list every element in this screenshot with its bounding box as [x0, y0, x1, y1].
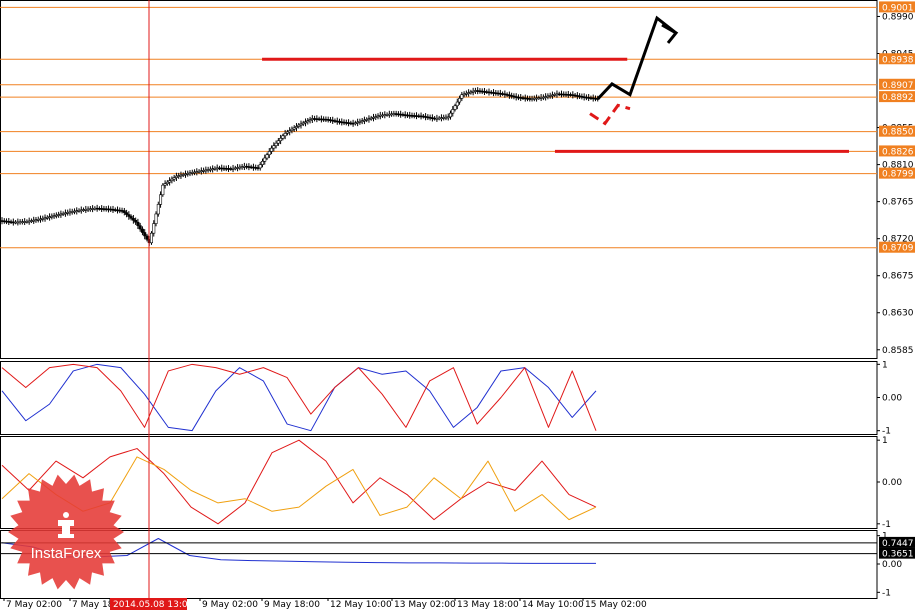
candle-body — [152, 223, 156, 234]
oscillator-3-frame — [0, 530, 878, 599]
x-tick-label: 9 May 18:00 — [264, 600, 320, 610]
level-tag-label: 0.9001 — [882, 3, 914, 13]
level-tag-label: 0.8799 — [882, 170, 914, 180]
candle-body — [283, 133, 287, 137]
x-tick-label: 7 May 02:00 — [6, 600, 62, 610]
level-tag-label: 0.8826 — [882, 147, 914, 157]
candle-body — [154, 213, 158, 224]
candle-body — [458, 98, 462, 103]
x-tick-label: 9 May 02:00 — [202, 600, 258, 610]
y-tick-label: 1 — [882, 436, 888, 446]
instaforex-logo: InstaForex — [8, 474, 124, 590]
forecast-arrowhead — [661, 23, 679, 44]
candle-body — [281, 135, 285, 139]
price-panel: 0.89900.89450.88550.88100.87650.87200.86… — [0, 0, 915, 359]
x-tick-label: 14 May 10:00 — [522, 600, 584, 610]
y-tick-label: 0.00 — [882, 478, 902, 488]
candle-body — [260, 161, 264, 165]
candle-body — [140, 228, 144, 233]
y-tick-label: 0.00 — [882, 560, 902, 570]
x-tick-label: 13 May 02:00 — [394, 600, 456, 610]
candle-body — [258, 164, 262, 169]
level-tag-label: 0.8907 — [882, 81, 914, 91]
candle-body — [274, 142, 278, 146]
y-tick-label: -1 — [882, 520, 891, 530]
candle-body — [451, 109, 455, 114]
y-tick-label: 0.00 — [882, 394, 902, 404]
y-tick-label: 0.8585 — [882, 346, 914, 356]
oscillator-series-line — [1, 363, 597, 431]
candle-body — [138, 225, 142, 230]
y-tick-label: 0.8765 — [882, 198, 914, 208]
candle-body — [145, 235, 149, 240]
candle-body — [265, 154, 269, 159]
x-tick-label: 15 May 02:00 — [585, 600, 647, 610]
candle-body — [448, 112, 452, 118]
value-tag-label: 0.7447 — [882, 539, 914, 549]
oscillator-1-panel: 1 0.00 -1 — [0, 360, 902, 437]
y-tick-label: 0.8630 — [882, 309, 914, 319]
candle-body — [161, 184, 165, 196]
x-tick-label: 13 May 18:00 — [457, 600, 519, 610]
oscillator-1-frame — [0, 361, 878, 435]
brand-name: InstaForex — [31, 545, 102, 562]
level-tag-label: 0.8938 — [882, 55, 914, 65]
candle-body — [136, 221, 140, 226]
y-tick-label: -1 — [882, 588, 891, 598]
candle-body — [143, 232, 147, 237]
level-tag-label: 0.8709 — [882, 244, 914, 254]
price-panel-frame — [0, 0, 878, 359]
candle-body — [267, 151, 271, 156]
y-tick-label: 0.8990 — [882, 12, 914, 22]
candle-body — [156, 204, 160, 215]
level-tag-label: 0.8892 — [882, 93, 914, 103]
oscillator-series-line — [2, 364, 596, 430]
oscillator-series-line — [1, 363, 597, 432]
candle-body — [159, 194, 163, 205]
y-tick-label: 1 — [882, 360, 888, 370]
forecast-alt-path — [589, 103, 631, 126]
time-axis: 7 May 02:00 7 May 18:002014.05.08 13:00 9 … — [3, 598, 647, 610]
candle-body — [276, 140, 280, 144]
forex-chart: 0.89900.89450.88550.88100.87650.87200.86… — [0, 0, 915, 610]
x-tick-label: 12 May 10:00 — [330, 600, 392, 610]
candle-body — [279, 137, 283, 142]
value-tag-label: 0.3651 — [882, 550, 914, 560]
oscillator-3-panel: 10.00-10.74470.3651 — [0, 530, 915, 599]
y-tick-label: 0.8675 — [882, 272, 914, 282]
candle-body — [455, 101, 459, 107]
instaforex-emblem-dot — [63, 512, 69, 518]
y-tick-label: -1 — [882, 427, 891, 437]
candle-body — [270, 147, 274, 152]
oscillator-2-panel: 1 0.00 -1 — [0, 436, 902, 530]
candle-body — [272, 145, 276, 149]
candle-body — [263, 157, 267, 162]
candle-body — [453, 105, 457, 110]
x-tick-label: 2014.05.08 13:00 — [113, 600, 194, 610]
candle-body — [150, 232, 154, 244]
level-tag-label: 0.8850 — [882, 128, 914, 138]
